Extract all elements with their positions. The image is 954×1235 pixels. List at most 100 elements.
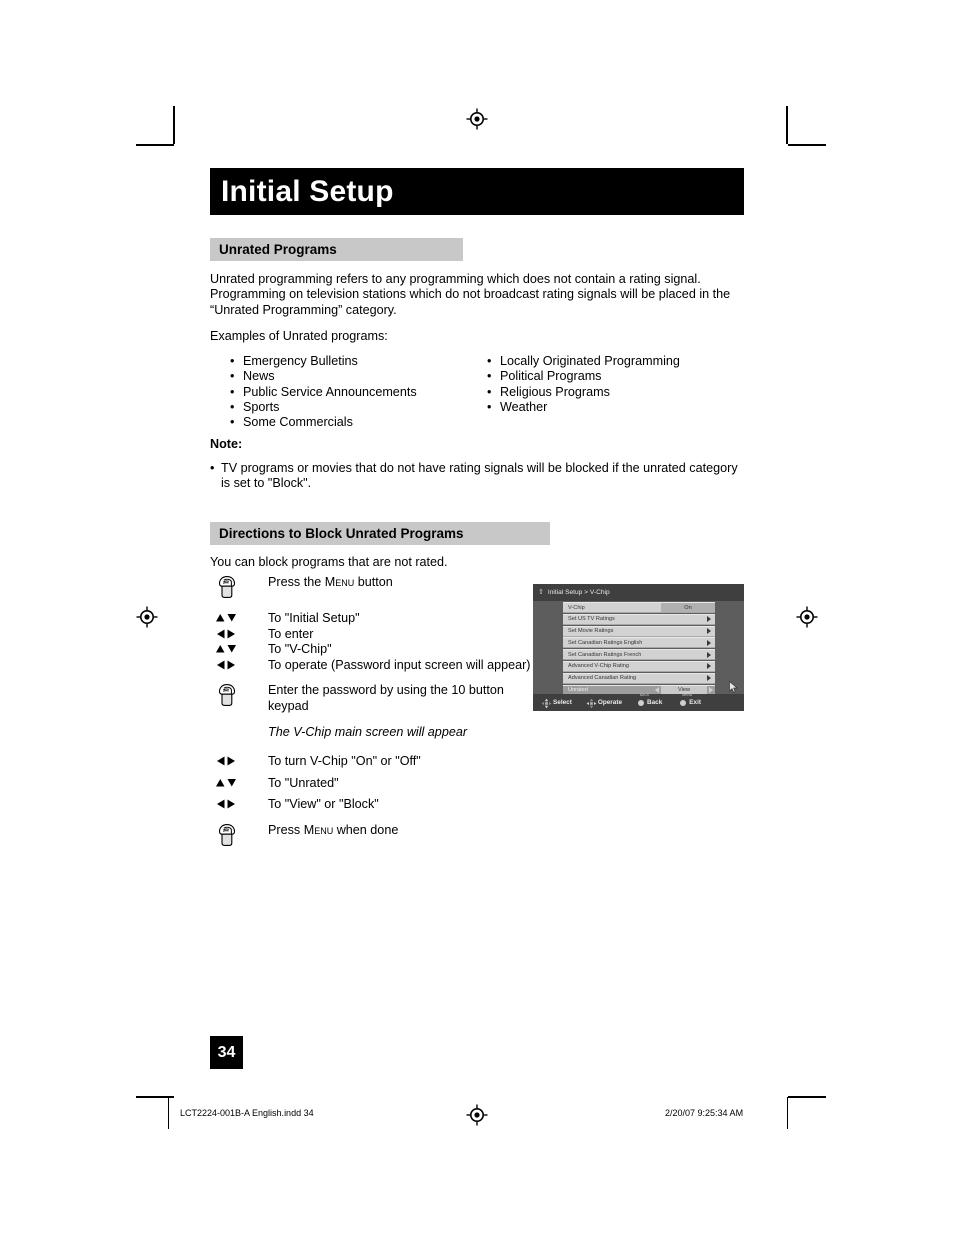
directions-intro-paragraph: You can block programs that are not rate…	[210, 555, 448, 569]
list-item: • Political Programs	[487, 369, 747, 384]
step-row: To turn V-Chip "On" or "Off"	[210, 754, 540, 770]
step-text: To "View" or "Block"	[268, 797, 379, 812]
crop-mark-top-right-h	[788, 144, 826, 146]
list-item-label: Religious Programs	[500, 384, 610, 399]
step-text-pre: Press	[268, 822, 304, 837]
crop-mark-top-left-h	[136, 144, 174, 146]
hand-press-button-icon	[218, 684, 236, 707]
up-down-arrows-icon	[216, 614, 236, 622]
step-row: Enter the password by using the 10 butto…	[210, 683, 540, 714]
page-number-badge: 34	[210, 1036, 243, 1069]
round-button-icon	[638, 699, 644, 706]
list-item: • Weather	[487, 400, 747, 415]
step-text-menu-key: Menu	[303, 822, 334, 837]
step-row: Press Menu when done	[210, 823, 540, 847]
tv-osd-screenshot: ⇧ Initial Setup > V-Chip V-Chip On Set U…	[533, 584, 744, 711]
osd-menu-item-set-canadian-ratings-english[interactable]: Set Canadian Ratings English	[563, 637, 715, 649]
examples-list-left: • Emergency Bulletins • News • Public Servi…	[230, 354, 480, 430]
bullet-dot-icon: •	[487, 369, 492, 384]
osd-hint-operate: Operate	[586, 698, 622, 709]
list-item-label: Weather	[500, 399, 548, 414]
osd-menu-item-value[interactable]: On	[661, 603, 715, 612]
step-text: To enter	[268, 626, 314, 641]
step-icon-cell	[210, 823, 268, 847]
step-icon-cell	[210, 642, 268, 656]
osd-menu-item-advanced-canadian-rating[interactable]: Advanced Canadian Rating	[563, 672, 715, 684]
osd-hint-key-tag: MENU	[682, 693, 693, 697]
bullet-dot-icon: •	[487, 399, 492, 414]
left-right-arrows-icon	[217, 660, 235, 670]
left-right-arrows-icon	[217, 756, 235, 766]
list-item-label: Emergency Bulletins	[243, 354, 358, 368]
chevron-right-icon	[707, 675, 711, 682]
osd-menu-item-label: Unrated	[568, 687, 588, 694]
page-title: Initial Setup	[221, 174, 394, 208]
registration-target-left	[136, 606, 158, 628]
step-text-post: when done	[333, 822, 399, 837]
crop-mark-top-right-v	[786, 106, 788, 144]
step-row: To "V-Chip"	[210, 642, 540, 658]
osd-hint-back: BACK Back	[638, 693, 662, 706]
left-right-arrows-icon	[217, 629, 235, 639]
step-row: To "Initial Setup"	[210, 611, 540, 627]
osd-hint-label: Operate	[597, 699, 622, 706]
step-text-pre: Press the	[268, 575, 325, 589]
osd-hint-select: Select	[541, 698, 572, 709]
step-text: Enter the password by using the 10 butto…	[268, 683, 504, 713]
osd-menu-item-label: Advanced V-Chip Rating	[568, 663, 629, 670]
footer-file-name: LCT2224-001B-A English.indd 34	[180, 1108, 314, 1118]
up-level-arrow-icon: ⇧	[538, 589, 544, 596]
list-item: • Sports	[230, 400, 480, 415]
list-item-label: Some Commercials	[243, 415, 353, 430]
osd-menu-item-advanced-v-chip-rating[interactable]: Advanced V-Chip Rating	[563, 660, 715, 672]
step-icon-cell	[210, 627, 268, 641]
step-row: To "Unrated"	[210, 776, 540, 792]
arrow-left-icon[interactable]	[655, 687, 659, 694]
osd-menu-item-set-us-tv-ratings[interactable]: Set US TV Ratings	[563, 613, 715, 625]
bullet-dot-icon: •	[487, 384, 492, 399]
step-row: Press the Menu button	[210, 575, 540, 599]
registration-target-top	[466, 108, 488, 130]
unrated-intro-paragraph: Unrated programming refers to any progra…	[210, 272, 731, 317]
list-item: • Locally Originated Programming	[487, 354, 747, 369]
osd-hint-label: Exit	[689, 699, 702, 706]
step-row: To "View" or "Block"	[210, 797, 540, 813]
osd-menu-item-set-canadian-ratings-french[interactable]: Set Canadian Ratings French	[563, 649, 715, 661]
round-button-icon	[680, 699, 687, 706]
osd-menu-item-label: Set Canadian Ratings French	[568, 651, 642, 658]
step-text-italic: The V-Chip main screen will appear	[268, 724, 468, 739]
step-text-menu-key: Menu	[324, 575, 355, 589]
section-heading-label: Unrated Programs	[219, 242, 337, 257]
chevron-right-icon	[707, 663, 711, 670]
bullet-dot-icon: •	[487, 354, 492, 368]
bullet-dot-icon: •	[230, 384, 235, 399]
osd-menu-list: V-Chip On Set US TV Ratings Set Movie Ra…	[563, 602, 715, 696]
hand-press-button-icon	[218, 576, 236, 598]
osd-menu-item-v-chip[interactable]: V-Chip On	[563, 602, 715, 613]
footer-rule-left	[168, 1097, 169, 1129]
osd-menu-item-label: Set Movie Ratings	[568, 628, 614, 635]
chevron-right-icon	[707, 639, 711, 646]
step-icon-cell	[210, 797, 268, 811]
list-item: • Religious Programs	[487, 385, 747, 400]
step-icon-cell	[210, 683, 268, 707]
manual-page: Initial Setup Unrated Programs Unrated p…	[0, 0, 954, 1235]
section-heading-directions: Directions to Block Unrated Programs	[210, 522, 550, 545]
list-item: • Some Commercials	[230, 415, 480, 430]
osd-menu-item-label: Set Canadian Ratings English	[568, 639, 643, 646]
osd-menu-item-set-movie-ratings[interactable]: Set Movie Ratings	[563, 625, 715, 637]
step-icon-cell	[210, 658, 268, 672]
page-title-banner: Initial Setup	[210, 168, 744, 215]
step-text: To "Unrated"	[268, 775, 339, 790]
note-text: TV programs or movies that do not have r…	[221, 461, 738, 491]
osd-breadcrumb-label: Initial Setup > V-Chip	[547, 589, 610, 596]
osd-menu-item-label: Advanced Canadian Rating	[568, 675, 637, 682]
arrow-right-icon[interactable]	[709, 687, 713, 694]
directions-step-list: Press the Menu button To "Initial Setup"	[210, 575, 540, 847]
osd-hint-label: Select	[553, 699, 572, 706]
step-text: To "V-Chip"	[268, 642, 332, 657]
list-item-label: Public Service Announcements	[243, 384, 417, 399]
list-item: • News	[230, 369, 480, 384]
step-icon-cell	[210, 754, 268, 768]
chevron-right-icon	[707, 628, 711, 635]
